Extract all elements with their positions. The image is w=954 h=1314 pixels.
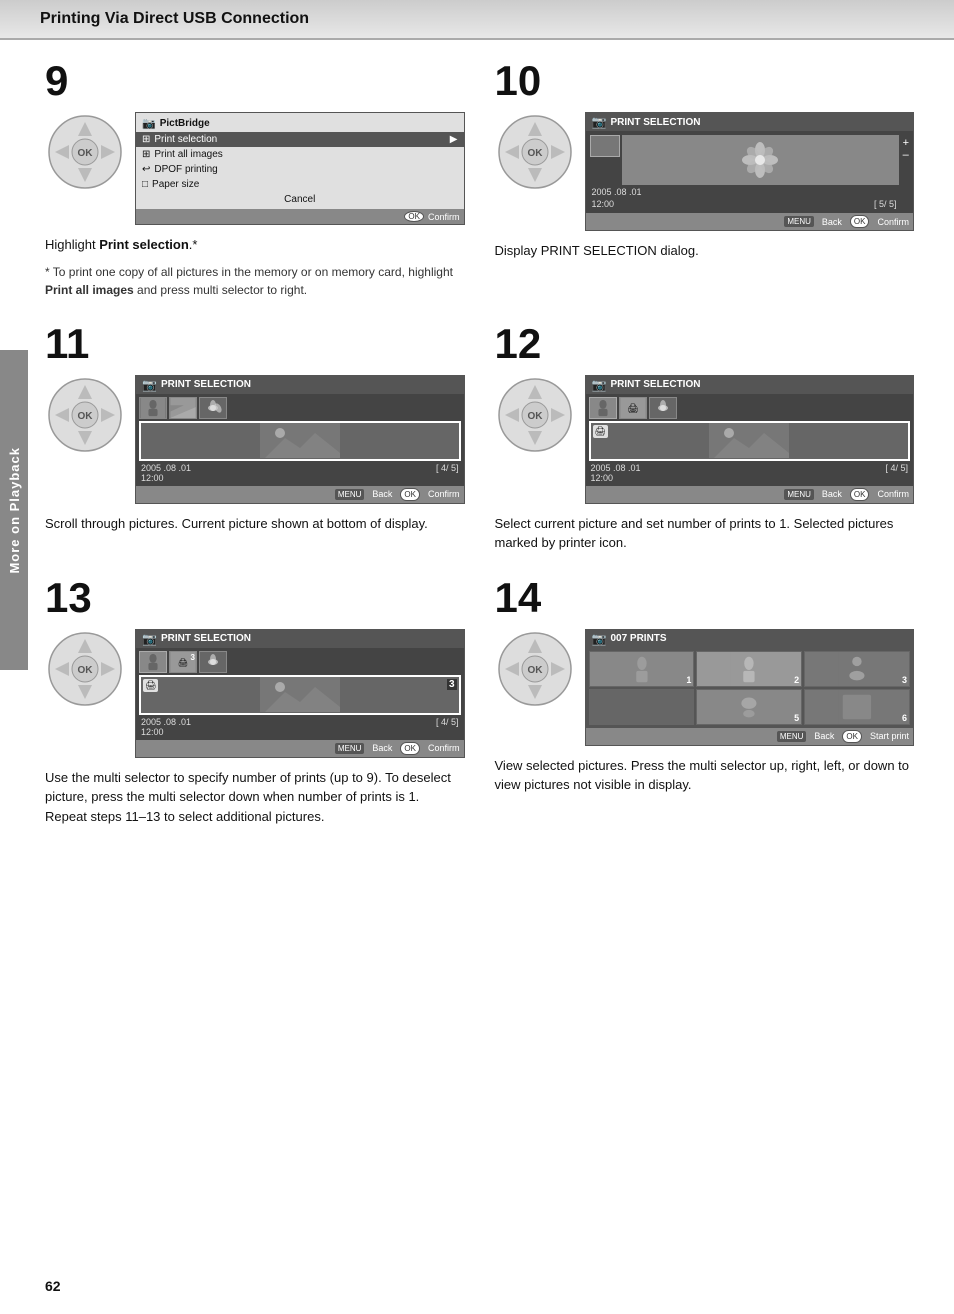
step-13-controller: OK [45,629,125,709]
step-9-text: Highlight Print selection.* [45,235,465,255]
step-12-number: 12 [495,323,915,365]
page-header: Printing Via Direct USB Connection [0,0,954,40]
svg-text:OK: OK [78,665,94,676]
step-11-number: 11 [45,323,465,365]
svg-text:OK: OK [527,411,543,422]
step-9-content: OK 📷 PictBridge ⊞ Print selection ▶ [45,112,465,225]
step-10-text: Display PRINT SELECTION dialog. [495,241,915,261]
pictbridge-title: 📷 PictBridge [136,115,464,132]
step-12-text: Select current picture and set number of… [495,514,915,553]
step-13-number: 13 [45,577,465,619]
step-10-screen-header: 📷 PRINT SELECTION [586,113,914,131]
step-11-block: 11 OK 📷 PRINT SELE [45,323,465,553]
step-12-content: OK 📷 PRINT SELECTION [495,375,915,504]
svg-text:OK: OK [78,411,94,422]
step-13-text: Use the multi selector to specify number… [45,768,465,827]
step-10-number: 10 [495,60,915,102]
step-14-content: OK 📷 007 PRINTS [495,629,915,746]
svg-text:🖨: 🖨 [627,403,639,413]
step-9-screen: 📷 PictBridge ⊞ Print selection ▶ ⊞ Print… [135,112,465,225]
step-11-content: OK 📷 PRINT SELECTION [45,375,465,504]
menu-dpof: ↩ DPOF printing [136,162,464,177]
svg-text:OK: OK [527,665,543,676]
step-11-text: Scroll through pictures. Current picture… [45,514,465,534]
step-14-block: 14 OK 📷 007 PRINTS [495,577,915,827]
step-14-screen: 📷 007 PRINTS 1 [585,629,915,746]
step-9-footer: OK Confirm [136,209,464,224]
page-title: Printing Via Direct USB Connection [40,10,914,28]
step-14-controller: OK [495,629,575,709]
step-11-screen: 📷 PRINT SELECTION [135,375,465,504]
step-13-content: OK 📷 PRINT SELECTION [45,629,465,758]
page-number: 62 [45,1278,61,1294]
step-13-screen: 📷 PRINT SELECTION [135,629,465,758]
step-9-number: 9 [45,60,465,102]
menu-print-selection: ⊞ Print selection ▶ [136,132,464,147]
step-9-controller: OK [45,112,125,192]
svg-text:OK: OK [527,148,543,159]
step-10-content: OK 📷 PRINT SELECTION [495,112,915,231]
svg-text:OK: OK [78,148,94,159]
step-10-controller: OK [495,112,575,192]
step-14-text: View selected pictures. Press the multi … [495,756,915,795]
side-tab: More on Playback [0,350,28,670]
step-12-block: 12 OK 📷 PRINT SELE [495,323,915,553]
svg-text:🖨: 🖨 [178,658,188,667]
step-12-controller: OK [495,375,575,455]
menu-paper-size: □ Paper size [136,177,464,192]
step-10-block: 10 OK 📷 PRINT SELE [495,60,915,299]
step-9-block: 9 OK [45,60,465,299]
step-14-number: 14 [495,577,915,619]
step-10-footer: MENU Back OK Confirm [586,213,914,230]
step-12-screen: 📷 PRINT SELECTION [585,375,915,504]
step-13-block: 13 OK 📷 PRINT SELE [45,577,465,827]
step-10-screen: 📷 PRINT SELECTION [585,112,915,231]
side-tab-label: More on Playback [7,447,22,574]
menu-print-all: ⊞ Print all images [136,147,464,162]
step-9-note: * To print one copy of all pictures in t… [45,263,465,299]
menu-cancel: Cancel [136,192,464,207]
step-11-controller: OK [45,375,125,455]
